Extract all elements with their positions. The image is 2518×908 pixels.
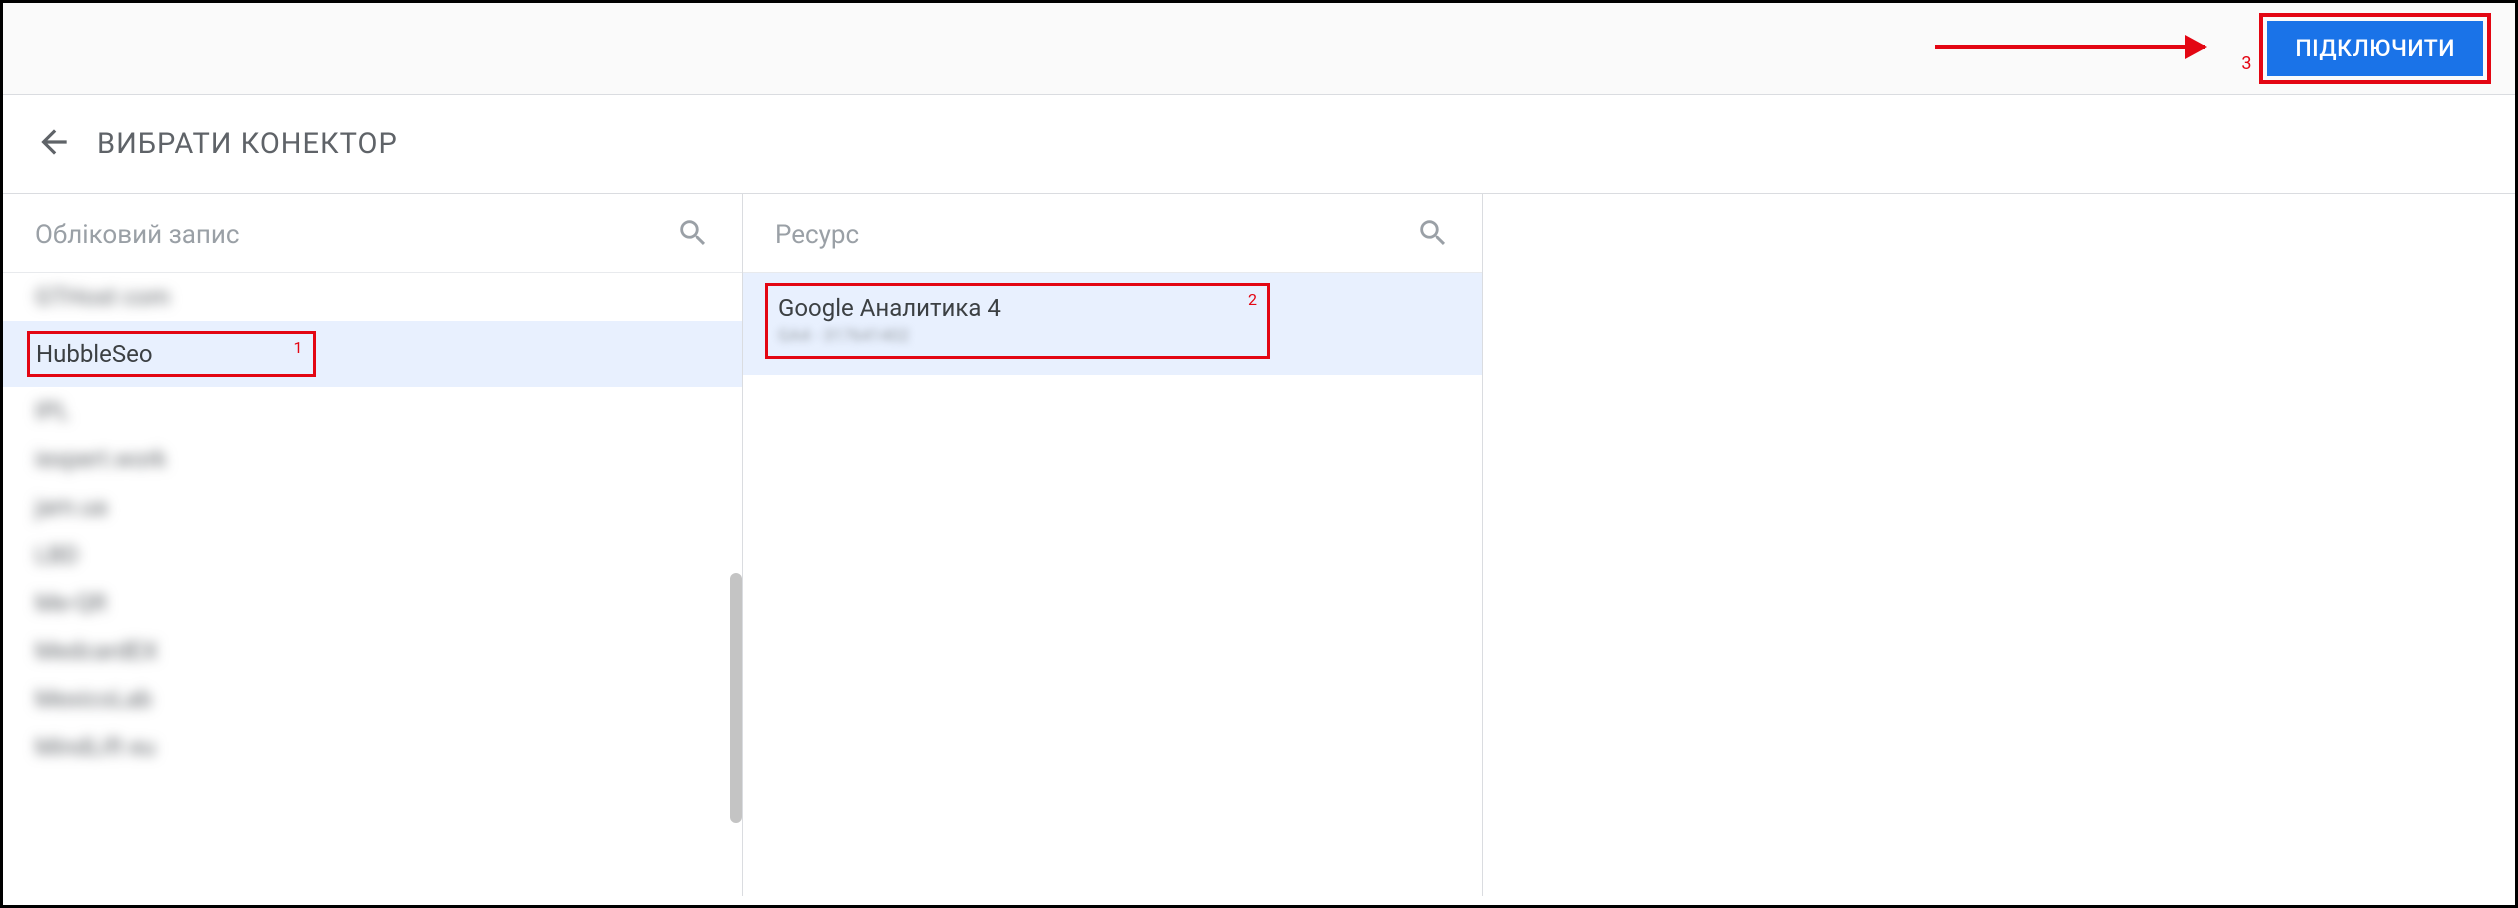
page-title: ВИБРАТИ КОНЕКТОР: [97, 127, 398, 161]
list-item[interactable]: MindLift eu: [3, 723, 742, 771]
list-item[interactable]: jam.ua: [3, 483, 742, 531]
list-item[interactable]: LBD: [3, 531, 742, 579]
list-item[interactable]: Me-QR: [3, 579, 742, 627]
annotation-label-2: 2: [1248, 290, 1257, 309]
list-item[interactable]: IPL: [3, 387, 742, 435]
annotation-label-1: 1: [294, 338, 303, 357]
page-header: ВИБРАТИ КОНЕКТОР: [3, 95, 2515, 194]
annotation-arrow-3: [1935, 45, 2205, 49]
list-item[interactable]: iexpert.work: [3, 435, 742, 483]
list-item-hubbleseo[interactable]: HubbleSeo 1: [3, 321, 742, 387]
account-column: Обліковий запис GTHost com HubbleSeo 1 I…: [3, 194, 743, 896]
top-bar: 3 ПІДКЛЮЧИТИ: [3, 3, 2515, 95]
annotation-box-2: Google Аналитика 4 GA4 - 317641402 2: [765, 283, 1270, 359]
list-item[interactable]: MexicoLab: [3, 675, 742, 723]
resource-column-header: Ресурс: [743, 194, 1482, 273]
resource-column-title: Ресурс: [775, 220, 859, 250]
list-item[interactable]: MedcardEX: [3, 627, 742, 675]
scrollbar-thumb[interactable]: [730, 573, 742, 823]
account-column-header: Обліковий запис: [3, 194, 742, 273]
resource-list: Google Аналитика 4 GA4 - 317641402 2: [743, 273, 1482, 896]
account-column-title: Обліковий запис: [35, 220, 240, 250]
search-icon[interactable]: [676, 216, 710, 254]
columns-container: Обліковий запис GTHost com HubbleSeo 1 I…: [3, 194, 2515, 896]
account-list: GTHost com HubbleSeo 1 IPL iexpert.work …: [3, 273, 742, 896]
annotation-box-1: HubbleSeo 1: [27, 331, 316, 377]
resource-item-ga4[interactable]: Google Аналитика 4 GA4 - 317641402 2: [743, 273, 1482, 375]
resource-column: Ресурс Google Аналитика 4 GA4 - 31764140…: [743, 194, 1483, 896]
list-item[interactable]: GTHost com: [3, 273, 742, 321]
search-icon[interactable]: [1416, 216, 1450, 254]
back-arrow-icon[interactable]: [35, 123, 73, 165]
resource-subtitle: GA4 - 317641402: [778, 326, 1257, 346]
resource-title: Google Аналитика 4: [778, 294, 1257, 322]
connect-button[interactable]: ПІДКЛЮЧИТИ: [2267, 21, 2483, 76]
annotation-label-3: 3: [2241, 53, 2251, 74]
connect-button-highlight: 3 ПІДКЛЮЧИТИ: [2259, 13, 2491, 84]
